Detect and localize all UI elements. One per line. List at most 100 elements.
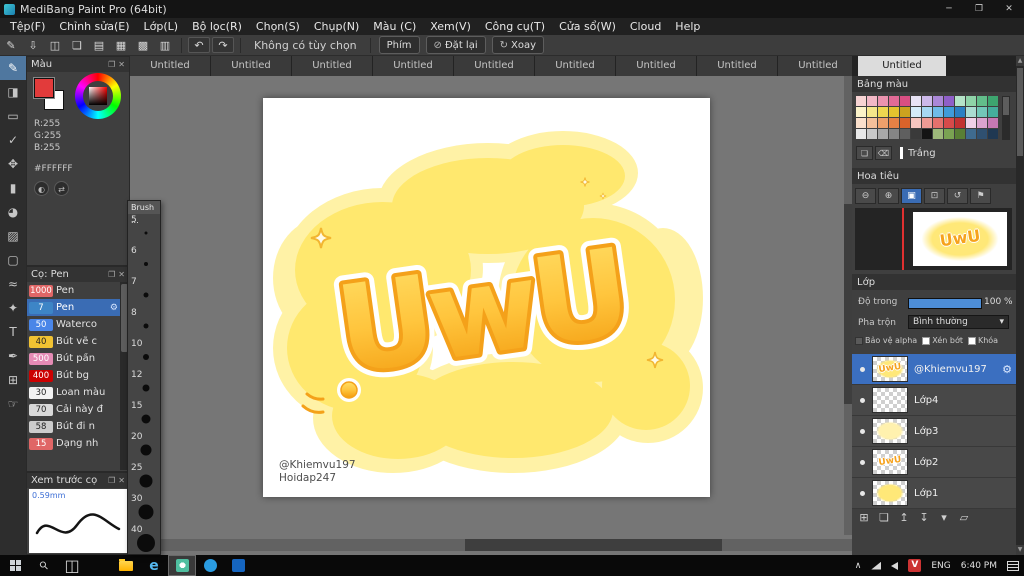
brush-size-15[interactable]: 15 [128,400,160,431]
brush-size-12[interactable]: 12 [128,369,160,400]
palette-swatch-0-4[interactable] [900,96,910,106]
brush-size-panel-header[interactable]: Brush ... [128,201,160,225]
menu-item-1[interactable]: Chỉnh sửa(E) [52,18,136,35]
brush-size-20[interactable]: 20 [128,431,160,462]
layer-row-Lớp2[interactable]: UwU Lớp2 [852,447,1016,478]
palette-swatch-3-3[interactable] [889,129,899,139]
cell-grid-icon[interactable]: ▥ [155,37,175,54]
add-palette-color-button[interactable]: ❏ [856,146,873,160]
palette-swatch-2-7[interactable] [933,118,943,128]
dock-icon[interactable]: ❐ [108,476,115,485]
bucket-tool[interactable]: ◕ [0,200,26,224]
palette-swatch-3-7[interactable] [933,129,943,139]
palette-swatch-0-8[interactable] [944,96,954,106]
medibang-taskbar-button[interactable] [168,555,196,576]
navigator-preview[interactable]: UwU [855,208,1012,270]
layer-row-@Khiemvu197[interactable]: UwU @Khiemvu197 ⚙ [852,354,1016,385]
tab-untitled-5[interactable]: Untitled [535,56,616,76]
palette-swatch-2-1[interactable] [867,118,877,128]
palette-swatch-3-12[interactable] [988,129,998,139]
tab-untitled-8[interactable]: Untitled [778,56,852,76]
pen-tool[interactable]: ✎ [0,56,26,80]
brush-settings-icon[interactable]: ⚙ [110,303,118,313]
layer-up-button[interactable]: ↥ [896,510,912,526]
lasso-tool[interactable]: ≈ [0,272,26,296]
dock-icon[interactable]: ❐ [108,270,115,279]
tab-untitled-7[interactable]: Untitled [697,56,778,76]
palette-swatch-1-11[interactable] [977,107,987,117]
menu-item-8[interactable]: Công cụ(T) [478,18,552,35]
palette-swatch-2-9[interactable] [955,118,965,128]
palette-swatch-0-0[interactable] [856,96,866,106]
brush-size-10[interactable]: 10 [128,338,160,369]
palette-swatch-3-6[interactable] [922,129,932,139]
tab-untitled-2[interactable]: Untitled [292,56,373,76]
palette-swatch-3-8[interactable] [944,129,954,139]
palette-swatch-2-2[interactable] [878,118,888,128]
save-icon[interactable]: ⇩ [23,37,43,54]
select-area-tool[interactable]: ▢ [0,248,26,272]
right-panel-scrollbar[interactable]: ▲ ▼ [1016,56,1024,555]
unikey-button[interactable]: V [903,555,926,576]
eyedropper-tool[interactable]: ✒ [0,344,26,368]
palette-swatch-1-3[interactable] [889,107,899,117]
scrollbar-thumb[interactable] [1017,68,1023,156]
lock-checkbox[interactable]: Khóa [967,336,998,345]
close-icon[interactable]: ✕ [118,270,125,279]
layer-row-Lớp1[interactable]: Lớp1 [852,478,1016,509]
brush-item-15[interactable]: 15 Dạng nh [27,435,120,452]
scroll-down-icon[interactable]: ▼ [1016,545,1024,555]
layer-visibility-dot[interactable] [860,397,865,403]
palette-swatch-2-8[interactable] [944,118,954,128]
edge-browser-button[interactable]: e [140,555,168,576]
menu-item-6[interactable]: Màu (C) [366,18,423,35]
layer-visibility-dot[interactable] [860,366,865,372]
palette-swatch-3-5[interactable] [911,129,921,139]
palette-swatch-0-5[interactable] [911,96,921,106]
palette-swatch-1-8[interactable] [944,107,954,117]
duplicate-layer-button[interactable]: ❏ [876,510,892,526]
palette-swatch-0-10[interactable] [966,96,976,106]
delete-palette-color-button[interactable]: ⌫ [875,146,892,160]
tab-untitled-1[interactable]: Untitled [211,56,292,76]
brush-item-7[interactable]: 7 Pen ⚙ [27,299,120,316]
palette-swatch-1-12[interactable] [988,107,998,117]
new-canvas-icon[interactable]: ✎ [1,37,21,54]
menu-item-3[interactable]: Bộ lọc(R) [185,18,249,35]
flag-button[interactable]: ⚑ [970,188,991,204]
menu-item-4[interactable]: Chọn(S) [249,18,307,35]
tab-untitled-0[interactable]: Untitled [130,56,211,76]
menu-item-0[interactable]: Tệp(F) [3,18,52,35]
canvas-horizontal-scrollbar[interactable] [130,539,852,551]
move-tool[interactable]: ✥ [0,152,26,176]
phim-button[interactable]: Phím [378,36,420,54]
palette-swatch-0-11[interactable] [977,96,987,106]
saturation-value-square[interactable] [89,87,107,105]
add-layer-button[interactable]: ⊞ [856,510,872,526]
message-icon[interactable]: ❏ [67,37,87,54]
palette-swatch-3-2[interactable] [878,129,888,139]
brush-size-30[interactable]: 30 [128,493,160,524]
palette-swatch-1-4[interactable] [900,107,910,117]
palette-swatch-2-12[interactable] [988,118,998,128]
swap-colors-button[interactable]: ⇄ [54,181,69,196]
pinned-app-button[interactable] [196,555,224,576]
close-button[interactable]: ✕ [994,0,1024,18]
palette-swatch-1-9[interactable] [955,107,965,117]
brush-size-25[interactable]: 25 [128,462,160,493]
comment-icon[interactable]: ◫ [45,37,65,54]
layer-row-Lớp3[interactable]: Lớp3 [852,416,1016,447]
zoom-reset-button[interactable]: ⊡ [924,188,945,204]
merge-layer-button[interactable]: ↧ [916,510,932,526]
grid-icon[interactable]: ▩ [133,37,153,54]
document-icon[interactable]: ▤ [89,37,109,54]
palette-swatch-0-6[interactable] [922,96,932,106]
clock[interactable]: 6:40 PM [956,555,1002,576]
blend-mode-select[interactable]: Bình thường ▾ [908,315,1009,329]
scroll-up-icon[interactable]: ▲ [1016,56,1024,66]
brush-item-58[interactable]: 58 Bút đi n [27,418,120,435]
brush-item-400[interactable]: 400 Bút bg [27,367,120,384]
palette-swatch-0-7[interactable] [933,96,943,106]
palette-scrollbar[interactable] [1002,96,1010,140]
close-icon[interactable]: ✕ [118,476,125,485]
